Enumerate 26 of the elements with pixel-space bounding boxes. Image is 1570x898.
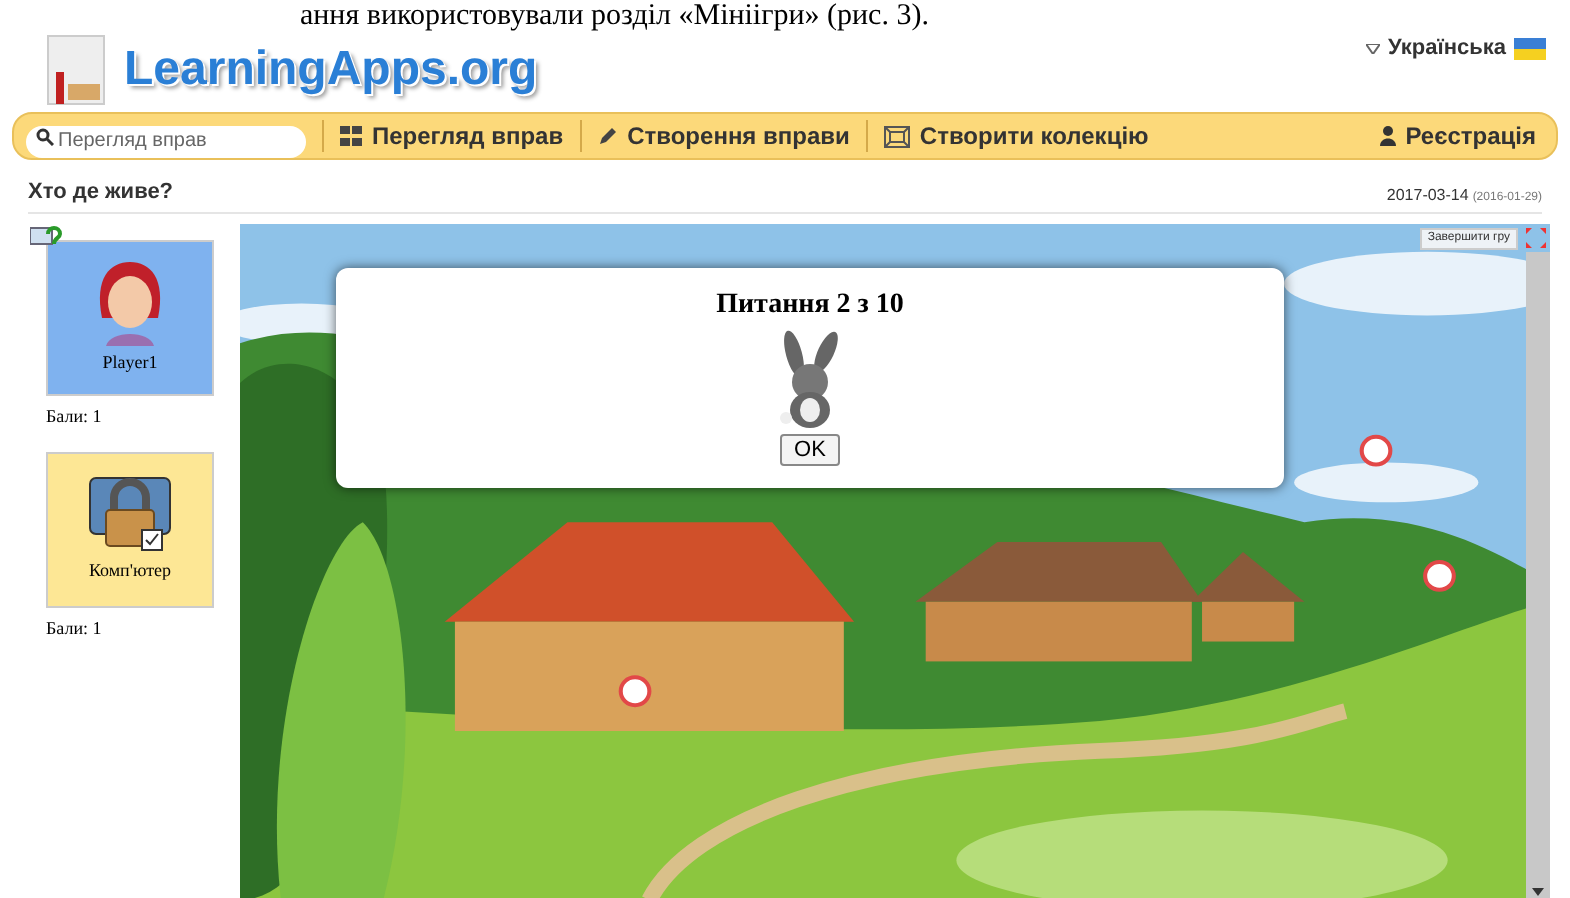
ok-button[interactable]: OK	[780, 434, 840, 466]
score-text: Бали: 1	[46, 404, 104, 430]
app-title: Хто де живе?	[28, 177, 174, 207]
nav-link[interactable]: Перегляд вправ	[340, 118, 564, 154]
scrollbar[interactable]	[1526, 252, 1550, 898]
search-icon	[36, 128, 54, 146]
player-name: Комп'ютер	[88, 557, 172, 584]
logo-text: LearningApps.org	[124, 40, 538, 100]
user-icon	[1379, 126, 1396, 146]
padlock-icon	[86, 473, 174, 554]
dropdown-icon	[1365, 43, 1380, 54]
language-selector[interactable]: Українська	[1365, 32, 1546, 65]
search-field[interactable]: Перегляд вправ	[26, 125, 306, 157]
nav-link[interactable]: Створення вправи	[597, 118, 850, 154]
collection-icon	[883, 125, 910, 147]
register-link[interactable]: Реєстрація	[1379, 118, 1544, 154]
question-title: Питання 2 з 10	[716, 288, 904, 324]
player-name: Player1	[102, 350, 158, 377]
grid-icon	[340, 126, 362, 146]
score-text: Бали: 1	[46, 615, 104, 641]
scroll-down-icon[interactable]	[1532, 888, 1544, 896]
document-text: ання використовували розділ «Мініігри» (рис. 3).	[298, 0, 931, 32]
date-text: 2017-03-14	[1386, 184, 1469, 208]
flag-icon	[1514, 37, 1546, 60]
pencil-icon	[597, 126, 618, 146]
nav-link[interactable]: Створити колекцію	[883, 118, 1149, 154]
